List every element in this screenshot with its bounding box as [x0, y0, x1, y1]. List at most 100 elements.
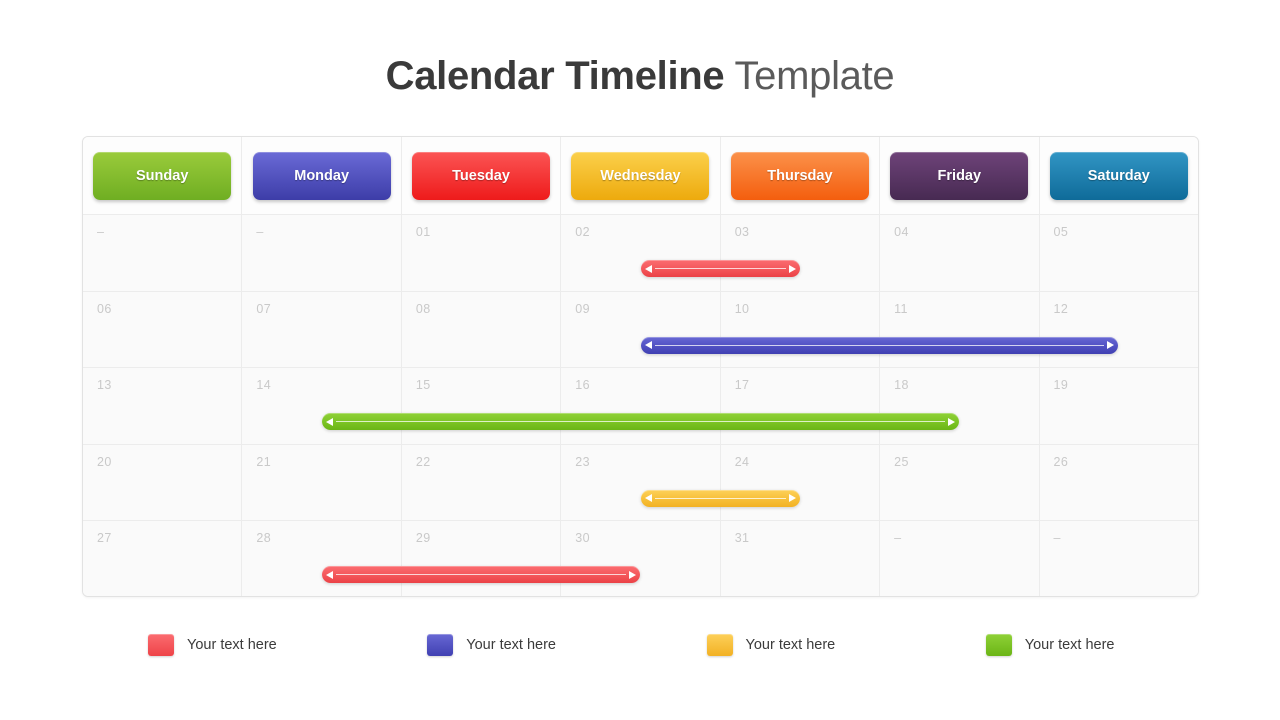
- legend-color-swatch: [706, 634, 733, 656]
- calendar-day-cell[interactable]: 15: [401, 368, 562, 444]
- day-header-cell: Tuesday: [402, 137, 562, 214]
- day-number: –: [97, 225, 105, 239]
- day-number: 06: [97, 301, 112, 316]
- timeline-bar[interactable]: [321, 413, 960, 431]
- day-number: 31: [734, 531, 750, 545]
- calendar-day-cell[interactable]: 22: [401, 444, 562, 520]
- calendar-day-cell[interactable]: 12: [1039, 291, 1198, 367]
- day-number: 27: [97, 531, 112, 545]
- timeline-bar[interactable]: [640, 336, 1119, 354]
- legend-item[interactable]: Your text here: [641, 634, 920, 656]
- day-number: 24: [734, 454, 750, 469]
- day-header-label: Thursday: [767, 167, 833, 184]
- legend-label: Your text here: [1024, 637, 1115, 653]
- calendar-day-cell[interactable]: 21: [242, 444, 402, 520]
- day-number: 14: [256, 378, 272, 392]
- calendar-day-cell[interactable]: 06: [83, 291, 243, 367]
- day-header-label: Tuesday: [452, 167, 510, 184]
- legend-color-swatch: [427, 634, 454, 656]
- legend-color-swatch: [148, 634, 174, 656]
- calendar-day-cell[interactable]: 25: [880, 444, 1040, 520]
- calendar-day-cell[interactable]: –: [242, 215, 402, 291]
- calendar-day-cell[interactable]: 20: [83, 444, 243, 520]
- day-number: 07: [256, 301, 272, 316]
- day-number: 15: [415, 378, 431, 392]
- calendar-day-cell[interactable]: 07: [242, 291, 402, 367]
- timeline-bar[interactable]: [640, 260, 800, 278]
- calendar-day-cell[interactable]: 08: [401, 291, 562, 367]
- day-number: 09: [575, 301, 590, 316]
- legend-label: Your text here: [745, 637, 836, 653]
- slide-root: Calendar Timeline Template Sunday Monday T…: [0, 0, 1280, 720]
- calendar-day-cell[interactable]: 01: [401, 215, 562, 291]
- calendar-day-cell[interactable]: 13: [83, 368, 243, 444]
- calendar-day-cell[interactable]: 16: [561, 368, 721, 444]
- day-header-saturday[interactable]: Saturday: [1049, 151, 1188, 200]
- arrow-left-icon: [325, 570, 333, 579]
- calendar-day-cell[interactable]: 11: [880, 291, 1040, 367]
- day-number: 04: [894, 225, 909, 239]
- day-number: –: [894, 531, 902, 545]
- day-header-cell: Wednesday: [561, 137, 721, 214]
- arrow-left-icon: [644, 264, 652, 273]
- arrow-left-icon: [325, 417, 333, 426]
- legend-item[interactable]: Your text here: [82, 634, 361, 656]
- day-header-cell: Thursday: [721, 137, 881, 214]
- calendar-week-row: 06 07 08 09 10 11 12: [83, 290, 1198, 367]
- calendar-day-cell[interactable]: –: [1039, 521, 1198, 596]
- calendar-day-cell[interactable]: –: [83, 215, 243, 291]
- calendar-day-cell[interactable]: 14: [242, 368, 402, 444]
- timeline-bar[interactable]: [640, 489, 800, 507]
- calendar-day-cell[interactable]: 28: [242, 521, 402, 596]
- day-header-wednesday[interactable]: Wednesday: [571, 151, 710, 200]
- legend-label: Your text here: [466, 637, 556, 653]
- calendar-grid: Sunday Monday Tuesday Wednesday Thursday Frid…: [82, 136, 1199, 597]
- day-header-monday[interactable]: Monday: [252, 151, 391, 200]
- calendar-day-cell[interactable]: 26: [1039, 444, 1198, 520]
- day-number: 11: [894, 301, 908, 316]
- calendar-day-cell[interactable]: 17: [720, 368, 881, 444]
- timeline-bar[interactable]: [321, 566, 641, 584]
- calendar-day-cell[interactable]: 23: [561, 444, 721, 520]
- title-light: Template: [724, 54, 895, 98]
- calendar-week-row: 13 14 15 16 17 18 19: [83, 367, 1198, 444]
- calendar-day-cell[interactable]: 19: [1039, 368, 1198, 444]
- day-header-label: Wednesday: [600, 167, 681, 184]
- day-header-friday[interactable]: Friday: [890, 151, 1029, 200]
- calendar-day-cell[interactable]: 29: [401, 521, 562, 596]
- legend: Your text here Your text here Your text he…: [82, 620, 1199, 670]
- calendar-day-cell[interactable]: 05: [1039, 215, 1198, 291]
- legend-color-swatch: [985, 634, 1012, 656]
- legend-item[interactable]: Your text here: [361, 634, 640, 656]
- day-header-label: Sunday: [136, 167, 189, 184]
- calendar-day-cell[interactable]: –: [880, 521, 1040, 596]
- calendar-day-cell[interactable]: 18: [880, 368, 1040, 444]
- calendar-day-cell[interactable]: 03: [720, 215, 881, 291]
- day-header-sunday[interactable]: Sunday: [93, 151, 232, 200]
- day-number: 23: [575, 454, 590, 469]
- legend-item[interactable]: Your text here: [920, 634, 1199, 656]
- day-number: 08: [415, 301, 431, 316]
- day-header-label: Saturday: [1087, 167, 1150, 184]
- day-header-tuesday[interactable]: Tuesday: [412, 151, 551, 200]
- calendar-day-cell[interactable]: 02: [561, 215, 721, 291]
- calendar-day-cell[interactable]: 31: [720, 521, 881, 596]
- day-number: 12: [1053, 301, 1069, 316]
- calendar-week-row: – – 01 02 03 04 05: [83, 214, 1198, 291]
- calendar-week-row: 20 21 22 23 24 25 26: [83, 443, 1198, 520]
- day-header-label: Friday: [937, 167, 982, 184]
- calendar-day-cell[interactable]: 30: [561, 521, 721, 596]
- day-number: 05: [1053, 225, 1069, 239]
- calendar-day-cell[interactable]: 04: [880, 215, 1040, 291]
- day-number: 28: [256, 531, 272, 545]
- arrow-left-icon: [644, 341, 652, 350]
- calendar-day-cell[interactable]: 10: [720, 291, 881, 367]
- day-header-cell: Saturday: [1040, 137, 1198, 214]
- day-header-thursday[interactable]: Thursday: [730, 151, 869, 200]
- day-number: 26: [1053, 454, 1069, 469]
- calendar-day-cell[interactable]: 09: [561, 291, 721, 367]
- calendar-day-cell[interactable]: 27: [83, 521, 243, 596]
- calendar-day-cell[interactable]: 24: [720, 444, 881, 520]
- day-number: 25: [894, 454, 909, 469]
- day-number: 21: [256, 454, 272, 469]
